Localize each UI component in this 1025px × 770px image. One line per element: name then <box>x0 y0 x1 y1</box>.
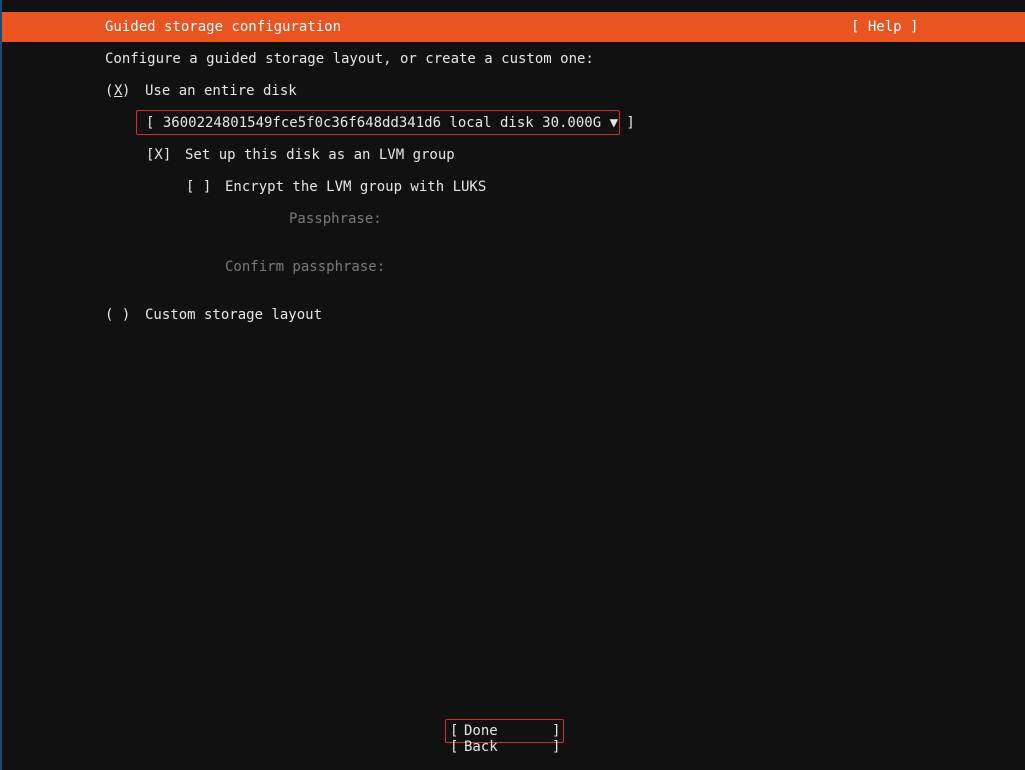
entire-disk-radio-close[interactable]: ) <box>122 83 130 99</box>
done-bracket-close: ] <box>552 723 561 739</box>
page-title: Guided storage configuration <box>105 19 342 35</box>
lvm-checkbox[interactable]: [X] <box>146 147 171 163</box>
confirm-passphrase-input <box>385 256 785 278</box>
entire-disk-radio-open[interactable]: ( <box>105 83 113 99</box>
help-button[interactable]: [ Help ] <box>851 19 918 35</box>
disk-select-dropdown[interactable]: [ 3600224801549fce5f0c36f648dd341d6 loca… <box>136 110 635 135</box>
title-bar: Guided storage configuration [ Help ] <box>2 12 1025 42</box>
disk-select-value[interactable]: [ 3600224801549fce5f0c36f648dd341d6 loca… <box>146 115 635 131</box>
encrypt-label: Encrypt the LVM group with LUKS <box>225 179 487 195</box>
passphrase-input <box>385 208 785 230</box>
back-bracket-open: [ <box>450 739 459 755</box>
done-bracket-open: [ <box>450 723 459 739</box>
custom-layout-radio[interactable]: ( ) <box>105 307 130 323</box>
back-button[interactable]: [ Back ] <box>450 739 560 755</box>
passphrase-label: Passphrase: <box>289 211 382 227</box>
window-left-edge <box>0 0 2 770</box>
lvm-label: Set up this disk as an LVM group <box>185 147 455 163</box>
intro-text: Configure a guided storage layout, or cr… <box>105 51 594 67</box>
done-button[interactable]: [ Done ] <box>450 723 560 739</box>
encrypt-checkbox[interactable]: [ ] <box>186 179 211 195</box>
back-button-label: Back <box>464 739 498 755</box>
done-button-label: Done <box>464 723 498 739</box>
custom-layout-label: Custom storage layout <box>145 307 323 323</box>
entire-disk-label: Use an entire disk <box>145 83 297 99</box>
back-bracket-close: ] <box>552 739 561 755</box>
confirm-passphrase-label: Confirm passphrase: <box>225 259 386 275</box>
